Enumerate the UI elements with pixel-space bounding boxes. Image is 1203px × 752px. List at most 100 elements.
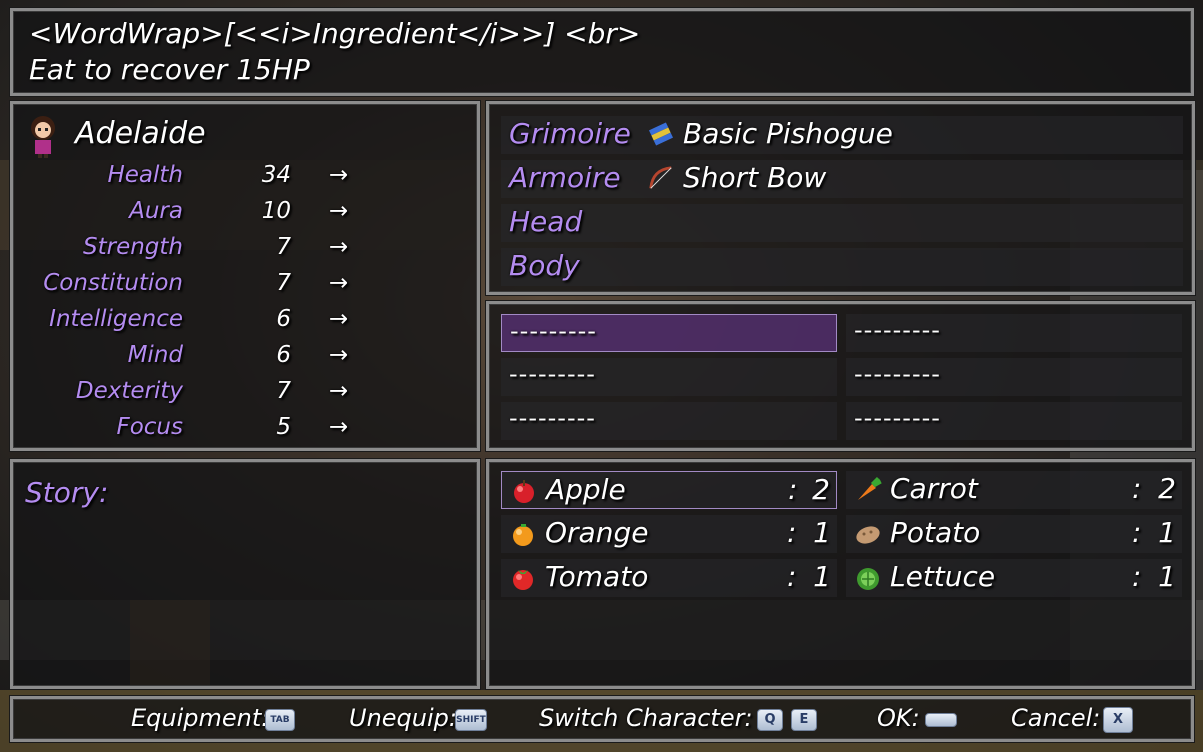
stat-label: Aura xyxy=(129,198,183,224)
item-colon: : xyxy=(787,516,797,549)
slot-label: Grimoire xyxy=(509,117,631,150)
item-colon: : xyxy=(788,473,798,506)
item-colon: : xyxy=(1132,560,1142,593)
stat-row: Health 34 → xyxy=(13,162,483,198)
arrow-icon: → xyxy=(329,414,349,440)
stat-label: Mind xyxy=(127,342,183,368)
cancel-hint-label: Cancel: xyxy=(1011,704,1101,732)
ok-hint-label: OK: xyxy=(877,704,920,732)
status-window: Adelaide Health 34 → Aura 10 → Strength 7 → Const… xyxy=(10,101,480,451)
item-tomato[interactable]: Tomato : 1 xyxy=(501,559,837,597)
stat-value: 7 xyxy=(276,378,291,404)
arrow-icon: → xyxy=(329,342,349,368)
potato-icon xyxy=(856,526,880,544)
stat-value: 10 xyxy=(261,198,291,224)
story-label: Story: xyxy=(25,476,109,509)
slot-placeholder: --------- xyxy=(854,316,941,344)
shift-key-icon[interactable]: SHIFT xyxy=(455,709,487,731)
item-potato[interactable]: Potato : 1 xyxy=(846,515,1182,553)
slot-item: Basic Pishogue xyxy=(683,117,893,150)
apple-icon xyxy=(514,480,534,503)
slot-label: Head xyxy=(509,205,583,238)
item-orange[interactable]: Orange : 1 xyxy=(501,515,837,553)
arrow-icon: → xyxy=(329,378,349,404)
item-carrot[interactable]: Carrot : 2 xyxy=(846,471,1182,509)
slot-placeholder: --------- xyxy=(509,360,596,388)
arrow-icon: → xyxy=(329,270,349,296)
help-line-2: Eat to recover 15HP xyxy=(29,53,310,86)
unequip-hint-label: Unequip: xyxy=(349,704,457,732)
item-name: Potato xyxy=(890,516,981,549)
item-apple[interactable]: Apple : 2 xyxy=(501,471,837,509)
stat-value: 7 xyxy=(276,234,291,260)
item-quantity: 2 xyxy=(1158,472,1176,505)
actor-name: Adelaide xyxy=(75,116,206,151)
x-key-icon[interactable]: X xyxy=(1103,707,1133,733)
item-colon: : xyxy=(1132,516,1142,549)
grid-slot[interactable]: --------- xyxy=(846,314,1182,352)
stat-label: Strength xyxy=(83,234,183,260)
help-window: <WordWrap>[<<i>Ingredient</i>>] <br> Eat… xyxy=(10,8,1194,96)
book-icon xyxy=(648,122,674,146)
stat-label: Health xyxy=(107,162,183,188)
switch-character-hint-label: Switch Character: xyxy=(539,704,753,732)
help-line-1: <WordWrap>[<<i>Ingredient</i>>] <br> xyxy=(29,17,641,50)
grid-slot[interactable]: --------- xyxy=(501,358,837,396)
slot-armoire[interactable]: Armoire Short Bow xyxy=(501,160,1183,198)
item-name: Orange xyxy=(545,516,649,549)
stat-row: Aura 10 → xyxy=(13,198,483,234)
grid-slot[interactable]: --------- xyxy=(846,402,1182,440)
slot-placeholder: --------- xyxy=(854,360,941,388)
stat-list: Health 34 → Aura 10 → Strength 7 → Constitution 7 →… xyxy=(13,158,483,448)
grid-slot[interactable]: --------- xyxy=(501,402,837,440)
arrow-icon: → xyxy=(329,234,349,260)
stat-label: Focus xyxy=(116,414,183,440)
item-list-window: Apple : 2 Carrot : 2 Orange : 1 Potato :… xyxy=(486,459,1195,689)
stat-value: 6 xyxy=(276,306,291,332)
stat-value: 6 xyxy=(276,342,291,368)
item-name: Lettuce xyxy=(890,560,996,593)
slot-grimoire[interactable]: Grimoire Basic Pishogue xyxy=(501,116,1183,154)
arrow-icon: → xyxy=(329,306,349,332)
button-hint-bar: Equipment: TAB Unequip: SHIFT Switch Cha… xyxy=(10,696,1194,742)
stat-row: Focus 5 → xyxy=(13,414,483,450)
stat-value: 5 xyxy=(276,414,291,440)
slot-head[interactable]: Head xyxy=(501,204,1183,242)
item-colon: : xyxy=(787,560,797,593)
equip-slot-window: Grimoire Basic Pishogue Armoire Short Bo… xyxy=(486,101,1195,295)
stat-row: Intelligence 6 → xyxy=(13,306,483,342)
item-name: Apple xyxy=(546,473,626,506)
stat-label: Dexterity xyxy=(75,378,183,404)
orange-icon xyxy=(513,524,533,546)
slot-label: Armoire xyxy=(509,161,621,194)
grid-slot[interactable]: --------- xyxy=(501,314,837,352)
tab-key-icon[interactable]: TAB xyxy=(265,709,295,731)
grid-slot[interactable]: --------- xyxy=(846,358,1182,396)
item-quantity: 2 xyxy=(812,473,830,506)
item-quantity: 1 xyxy=(813,560,831,593)
stat-row: Mind 6 → xyxy=(13,342,483,378)
stat-row: Constitution 7 → xyxy=(13,270,483,306)
avatar xyxy=(25,114,61,158)
stat-row: Dexterity 7 → xyxy=(13,378,483,414)
slot-placeholder: --------- xyxy=(509,404,596,432)
item-quantity: 1 xyxy=(813,516,831,549)
q-key-icon[interactable]: Q xyxy=(757,709,783,731)
item-lettuce[interactable]: Lettuce : 1 xyxy=(846,559,1182,597)
arrow-icon: → xyxy=(329,198,349,224)
e-key-icon[interactable]: E xyxy=(791,709,817,731)
lettuce-icon xyxy=(857,568,879,590)
carrot-icon xyxy=(858,476,882,500)
story-window: Story: xyxy=(10,459,480,689)
stat-label: Intelligence xyxy=(49,306,183,332)
stat-value: 34 xyxy=(261,162,291,188)
enter-key-icon[interactable] xyxy=(925,713,957,727)
slot-body[interactable]: Body xyxy=(501,248,1183,286)
item-quantity: 1 xyxy=(1158,516,1176,549)
item-quantity: 1 xyxy=(1158,560,1176,593)
stat-row: Strength 7 → xyxy=(13,234,483,270)
item-name: Tomato xyxy=(545,560,649,593)
tomato-icon xyxy=(513,570,533,590)
slot-item: Short Bow xyxy=(683,161,827,194)
arrow-icon: → xyxy=(329,162,349,188)
